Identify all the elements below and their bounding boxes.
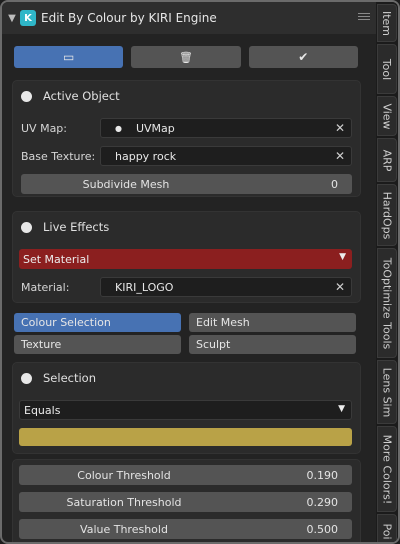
tab-label: ToOptimize Tools	[380, 257, 394, 349]
selection-method-dropdown[interactable]: Equals ▼	[19, 400, 352, 420]
clear-base-texture-icon[interactable]: ✕	[335, 149, 345, 163]
mode-sculpt-button[interactable]: Sculpt	[189, 335, 356, 354]
selection-box: Selection Equals ▼	[12, 362, 361, 454]
selection-title: Selection	[43, 371, 96, 385]
addon-panel: ▼ K Edit By Colour by KIRI Engine ▭ 🗑 ✔ …	[0, 0, 400, 544]
effect-dropdown[interactable]: Set Material ▼	[19, 249, 352, 269]
mode-label: Edit Mesh	[196, 316, 250, 329]
chevron-down-icon: ▼	[338, 404, 345, 414]
material-value: KIRI_LOGO	[115, 280, 174, 294]
panel-header[interactable]: ▼ K Edit By Colour by KIRI Engine	[2, 2, 378, 34]
mode-label: Colour Selection	[21, 316, 111, 329]
uv-map-field[interactable]: ● UVMap ✕	[100, 118, 352, 138]
selection-toggle[interactable]	[21, 372, 32, 384]
tab-poi[interactable]: Poi	[377, 514, 397, 542]
material-label: Material:	[21, 281, 70, 294]
chevron-down-icon: ▼	[339, 252, 346, 262]
live-effects-header[interactable]: Live Effects	[21, 220, 109, 234]
colour-threshold-slider[interactable]: Colour Threshold 0.190	[19, 465, 352, 485]
delete-button[interactable]: 🗑	[131, 46, 241, 68]
tab-label: Item	[380, 10, 394, 36]
value-threshold-slider[interactable]: Value Threshold 0.500	[19, 519, 352, 539]
selection-method-value: Equals	[24, 403, 61, 417]
toolbar: ▭ 🗑 ✔	[14, 46, 358, 68]
thresholds-box: Colour Threshold 0.190 Saturation Thresh…	[12, 459, 361, 542]
mode-label: Texture	[21, 338, 62, 351]
subdivide-mesh-value: 0	[331, 177, 338, 191]
slider-label: Saturation Threshold	[66, 495, 182, 509]
confirm-button[interactable]: ✔	[248, 46, 358, 68]
slider-value: 0.290	[306, 495, 339, 509]
tab-item[interactable]: Item	[377, 4, 397, 42]
active-object-title: Active Object	[43, 89, 120, 103]
checkmark-icon: ✔	[298, 50, 309, 64]
panel-title: Edit By Colour by KIRI Engine	[41, 11, 217, 25]
live-effects-box: Live Effects Set Material ▼ Material: KI…	[12, 211, 361, 303]
mode-edit-mesh-button[interactable]: Edit Mesh	[189, 313, 356, 332]
tab-tool[interactable]: Tool	[377, 44, 397, 94]
tab-lens-sim[interactable]: Lens Sim	[377, 360, 397, 424]
subdivide-mesh-slider[interactable]: Subdivide Mesh 0	[21, 174, 352, 194]
kiri-logo-icon: K	[20, 10, 36, 26]
slider-value: 0.500	[306, 522, 339, 536]
live-effects-title: Live Effects	[43, 220, 110, 234]
trash-icon: 🗑	[179, 50, 193, 64]
live-effects-toggle[interactable]	[21, 221, 32, 233]
mode-colour-selection-button[interactable]: Colour Selection	[14, 313, 181, 332]
active-object-box: Active Object UV Map: ● UVMap ✕ Base Tex…	[12, 80, 361, 197]
tab-label: Poi	[380, 522, 394, 540]
tab-hardops[interactable]: HardOps	[377, 184, 397, 246]
tab-arp[interactable]: ARP	[377, 138, 397, 182]
clear-material-icon[interactable]: ✕	[335, 280, 345, 294]
base-texture-field[interactable]: happy rock ✕	[100, 146, 352, 166]
base-texture-value: happy rock	[115, 149, 177, 163]
tab-label: View	[380, 102, 394, 130]
slider-label: Value Threshold	[80, 522, 168, 536]
slider-label: Colour Threshold	[77, 468, 171, 482]
tab-label: Lens Sim	[380, 367, 394, 417]
tab-label: Tool	[380, 58, 394, 80]
tab-more-colors[interactable]: More Colors!	[377, 426, 397, 512]
tab-label: ARP	[380, 149, 394, 171]
saturation-threshold-slider[interactable]: Saturation Threshold 0.290	[19, 492, 352, 512]
collapse-chevron-icon[interactable]: ▼	[5, 13, 19, 24]
base-texture-label: Base Texture:	[21, 150, 96, 163]
monitor-icon: ▭	[62, 50, 75, 64]
uv-map-label: UV Map:	[21, 122, 67, 135]
tab-label: More Colors!	[380, 434, 394, 504]
slider-value: 0.190	[306, 468, 339, 482]
mode-label: Sculpt	[196, 338, 231, 351]
uv-map-dot-icon: ●	[115, 123, 122, 133]
clear-uv-map-icon[interactable]: ✕	[335, 121, 345, 135]
tab-label: HardOps	[380, 191, 394, 239]
selection-header[interactable]: Selection	[21, 371, 96, 385]
mode-texture-button[interactable]: Texture	[14, 335, 181, 354]
sidebar-tabs: Item Tool View ARP HardOps ToOptimize To…	[376, 2, 398, 542]
active-object-header[interactable]: Active Object	[21, 89, 120, 103]
effect-value: Set Material	[23, 252, 90, 266]
drag-handle-icon[interactable]	[358, 13, 370, 20]
view-mode-button[interactable]: ▭	[14, 46, 124, 68]
subdivide-mesh-label: Subdivide Mesh	[82, 177, 170, 191]
tab-view[interactable]: View	[377, 96, 397, 136]
tab-tooptimize-tools[interactable]: ToOptimize Tools	[377, 248, 397, 358]
active-object-toggle[interactable]	[21, 90, 32, 102]
colour-swatch[interactable]	[19, 428, 352, 446]
material-field[interactable]: KIRI_LOGO ✕	[100, 277, 352, 297]
uv-map-value: UVMap	[135, 121, 175, 135]
